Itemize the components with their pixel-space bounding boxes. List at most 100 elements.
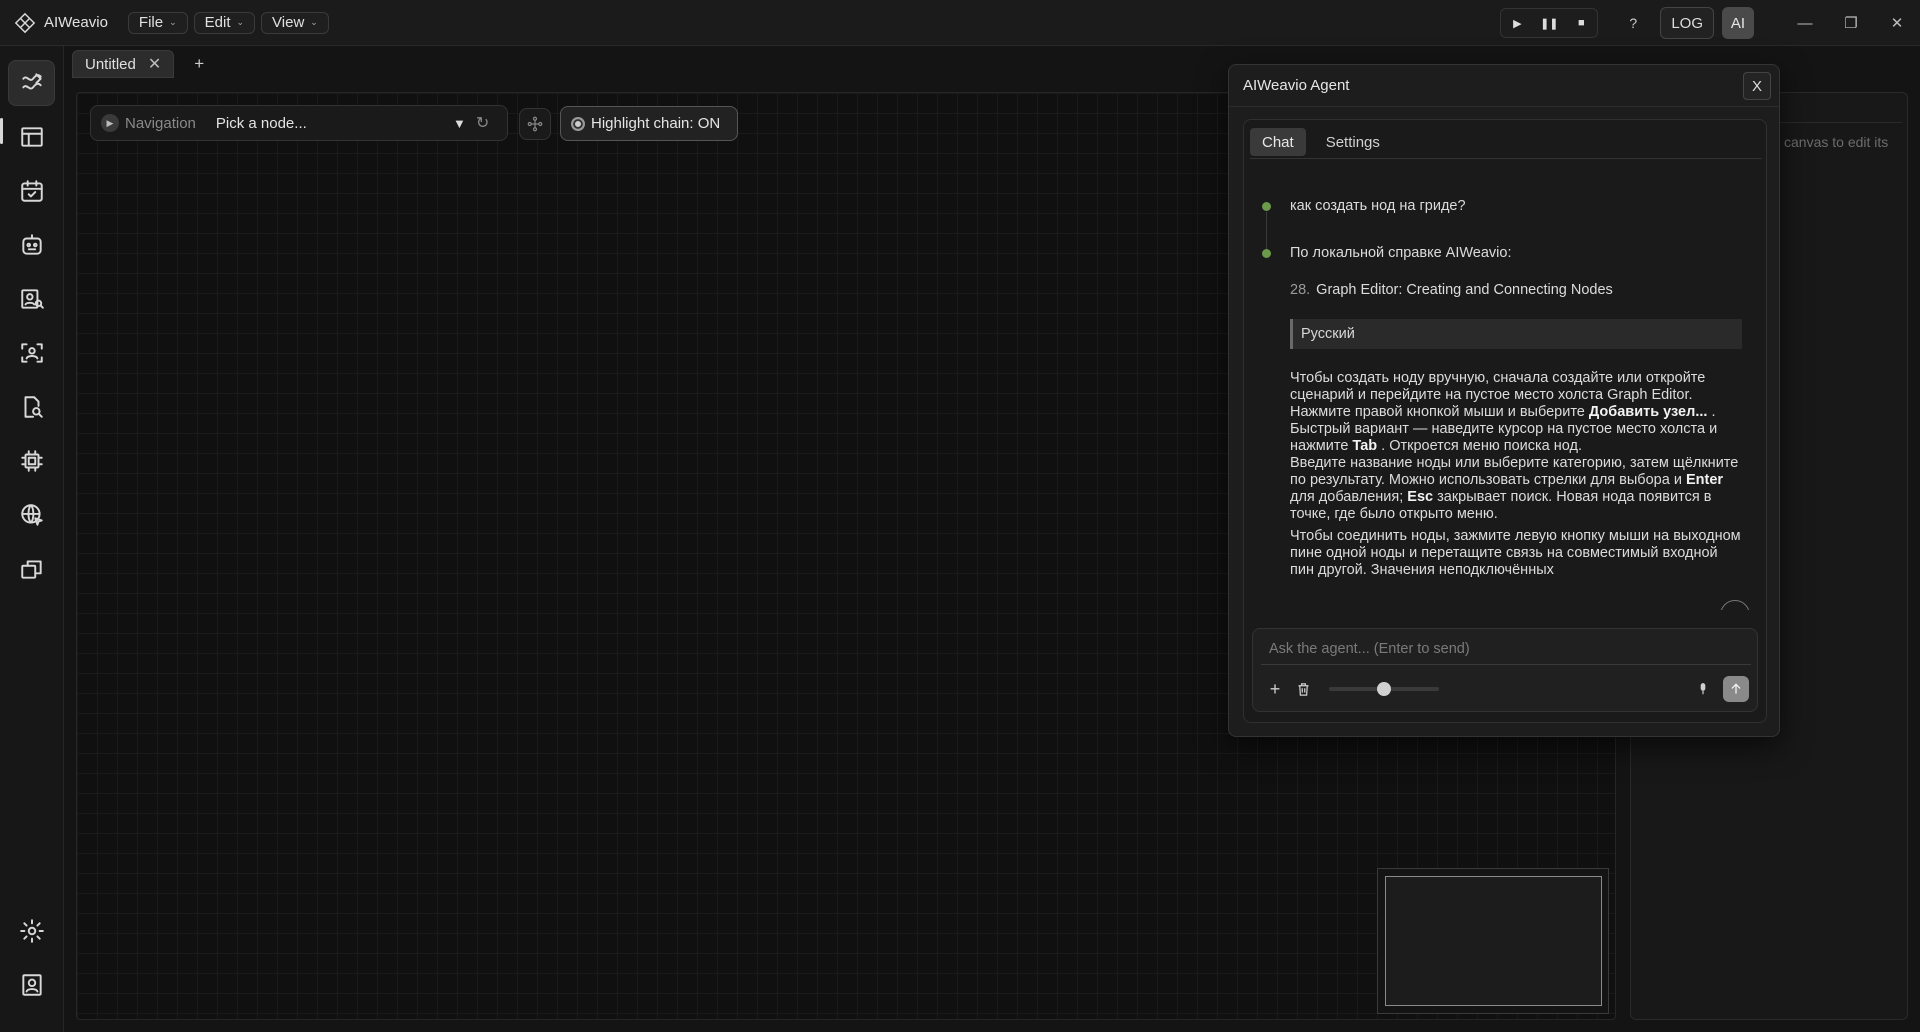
esc-key-hint: Esc: [1407, 489, 1434, 505]
agent-input-area: +: [1252, 628, 1758, 712]
stop-icon[interactable]: ■: [1565, 17, 1597, 29]
sidebar-item-chip[interactable]: [8, 438, 55, 484]
menu-edit[interactable]: Edit ⌄: [193, 11, 256, 34]
minimap[interactable]: [1377, 868, 1609, 1014]
scroll-down-icon[interactable]: ⌄: [1720, 600, 1750, 610]
title-bar: AIWeavio File ⌄ Edit ⌄ View ⌄ ▶ ❚❚ ■ ? LOG …: [0, 0, 1920, 46]
input-toolbar: +: [1253, 673, 1757, 703]
agent-close-button[interactable]: X: [1743, 72, 1771, 100]
minimize-icon[interactable]: —: [1782, 15, 1828, 32]
sidebar-active-indicator: [0, 118, 3, 144]
sidebar: [0, 46, 64, 1032]
reply-item-number: 28.: [1290, 282, 1311, 298]
play-icon[interactable]: ▶: [101, 114, 119, 132]
help-button[interactable]: ?: [1618, 15, 1648, 31]
calendar-check-icon: [20, 180, 43, 202]
gear-icon: [19, 919, 44, 943]
send-button[interactable]: [1723, 676, 1749, 702]
log-button[interactable]: LOG: [1660, 7, 1714, 39]
play-icon[interactable]: ▶: [1501, 17, 1533, 30]
tab-key-hint: Tab: [1352, 438, 1378, 454]
slider-thumb[interactable]: [1377, 682, 1391, 696]
sidebar-item-web[interactable]: [8, 492, 55, 538]
reply-paragraph-1: Чтобы создать ноду вручную, сначала созд…: [1290, 370, 1744, 455]
pause-icon[interactable]: ❚❚: [1533, 17, 1565, 30]
close-icon[interactable]: ✕: [148, 54, 161, 74]
add-node-hint: Добавить узел...: [1588, 404, 1708, 420]
highlight-chain-toggle[interactable]: Highlight chain: ON: [560, 106, 738, 141]
toggle-dot-icon: [571, 116, 585, 131]
microphone-icon[interactable]: [1693, 679, 1713, 699]
sidebar-item-capture[interactable]: [8, 330, 55, 376]
minimap-viewport[interactable]: [1385, 876, 1602, 1006]
transport-controls: ▶ ❚❚ ■: [1500, 8, 1599, 38]
agent-title: AIWeavio Agent: [1243, 77, 1350, 94]
sidebar-item-document-search[interactable]: [8, 384, 55, 430]
temperature-slider[interactable]: [1329, 682, 1439, 696]
sidebar-item-account[interactable]: [8, 962, 55, 1008]
para2-text: Введите название ноды или выберите катег…: [1290, 455, 1739, 488]
inspector-hint: canvas to edit its: [1784, 134, 1889, 150]
menu-file[interactable]: File ⌄: [127, 11, 188, 34]
graph-editor-icon: [21, 73, 42, 90]
node-select[interactable]: Pick a node... ▼: [216, 115, 466, 132]
capture-icon: [20, 343, 43, 363]
ai-button[interactable]: AI: [1722, 7, 1754, 39]
sidebar-item-dashboard[interactable]: [8, 114, 55, 160]
add-tab-button[interactable]: +: [188, 54, 210, 74]
document-search-icon: [24, 396, 43, 418]
menu-file-label: File: [138, 14, 164, 31]
windows-stack-icon: [20, 560, 42, 579]
sidebar-item-graph-editor[interactable]: [8, 60, 55, 106]
language-quote: Русский: [1290, 319, 1742, 349]
chip-icon: [20, 450, 43, 472]
user-message: как создать нод на гриде?: [1290, 198, 1466, 214]
navigation-label: Navigation: [125, 114, 196, 132]
tabs-divider: [1250, 158, 1762, 159]
reply-list-item: 28. Graph Editor: Creating and Connecting…: [1290, 282, 1613, 299]
app-name: AIWeavio: [44, 14, 108, 31]
layout-icon: [20, 127, 43, 147]
plus-icon[interactable]: +: [1263, 677, 1287, 701]
reply-paragraph-2: Введите название ноды или выберите катег…: [1290, 455, 1744, 523]
chain-icon: [527, 116, 543, 132]
enter-key-hint: Enter: [1685, 472, 1724, 488]
thread-line: [1266, 212, 1267, 252]
highlight-chain-label: Highlight chain: ON: [591, 115, 721, 132]
agent-divider: [1229, 106, 1779, 107]
reply-intro: По локальной справке AIWeavio:: [1290, 245, 1512, 261]
para1-text: . Откроется меню поиска нод.: [1377, 438, 1583, 454]
menu-bar: File ⌄ Edit ⌄ View ⌄: [127, 11, 329, 34]
agent-content: Chat Settings как создать нод на гриде? …: [1243, 119, 1767, 723]
sidebar-item-agents[interactable]: [8, 222, 55, 268]
sidebar-item-windows[interactable]: [8, 546, 55, 592]
sidebar-item-scheduler[interactable]: [8, 168, 55, 214]
chat-log[interactable]: как создать нод на гриде? По локальной с…: [1252, 190, 1758, 610]
tab-label: Untitled: [85, 55, 136, 73]
close-window-icon[interactable]: ✕: [1874, 14, 1920, 32]
navigation-toolbar: ▶ Navigation Pick a node... ▼ ↻: [90, 105, 508, 141]
message-bullet-icon: [1262, 249, 1271, 258]
trash-icon[interactable]: [1291, 677, 1315, 701]
tab-untitled[interactable]: Untitled ✕: [72, 50, 175, 78]
app-logo: AIWeavio: [14, 12, 108, 34]
refresh-icon[interactable]: ↻: [476, 113, 489, 133]
sidebar-item-settings[interactable]: [8, 908, 55, 954]
reply-item-title: Graph Editor: Creating and Connecting No…: [1316, 282, 1613, 298]
tab-settings[interactable]: Settings: [1314, 128, 1392, 156]
profile-search-icon: [20, 289, 44, 309]
agent-panel: AIWeavio Agent X Chat Settings как созда…: [1228, 64, 1780, 737]
account-icon: [21, 974, 42, 996]
dropdown-arrow-icon: ▼: [453, 115, 466, 131]
chain-button[interactable]: [519, 108, 551, 140]
menu-view[interactable]: View ⌄: [261, 11, 329, 34]
message-bullet-icon: [1262, 202, 1271, 211]
sidebar-item-profile-search[interactable]: [8, 276, 55, 322]
tab-chat[interactable]: Chat: [1250, 128, 1306, 156]
agent-input[interactable]: [1261, 633, 1751, 665]
menu-view-label: View: [272, 14, 305, 31]
restore-icon[interactable]: ❐: [1828, 14, 1874, 32]
agent-tabs: Chat Settings: [1250, 128, 1392, 156]
arrow-up-icon: [1731, 683, 1741, 694]
node-select-value: Pick a node...: [215, 114, 307, 132]
